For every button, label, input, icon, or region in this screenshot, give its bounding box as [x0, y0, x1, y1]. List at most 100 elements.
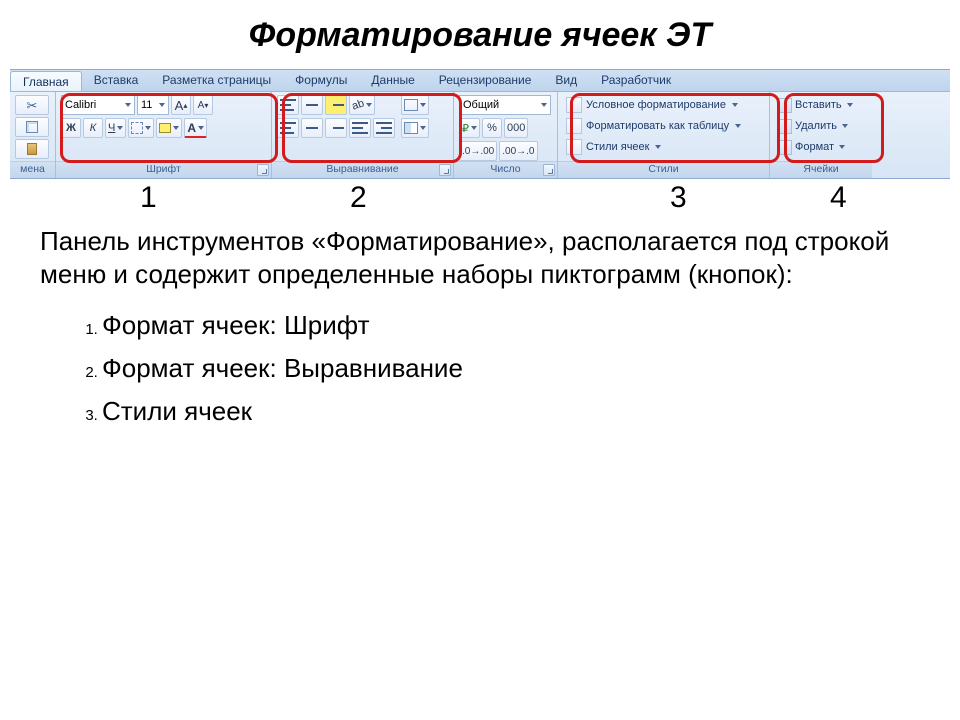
orientation-button[interactable]: ab	[349, 95, 375, 115]
chevron-down-icon	[732, 103, 738, 107]
align-center-icon	[304, 122, 320, 134]
increase-decimal-button[interactable]: .0→.00	[459, 141, 497, 161]
chevron-down-icon	[847, 103, 853, 107]
align-left-button[interactable]	[277, 118, 299, 138]
insert-cells-button[interactable]: Вставить	[775, 95, 867, 115]
align-center-button[interactable]	[301, 118, 323, 138]
tab-insert[interactable]: Вставка	[82, 70, 151, 91]
list-item: Стили ячеек	[102, 396, 920, 427]
align-top-icon	[280, 99, 296, 111]
align-left-icon	[280, 122, 296, 134]
group-clipboard: ✂ мена	[10, 92, 56, 178]
list-item: Формат ячеек: Шрифт	[102, 310, 920, 341]
insert-icon	[777, 98, 792, 113]
format-painter-button[interactable]	[15, 139, 49, 159]
font-color-icon: A	[187, 121, 196, 135]
inc-decimal-icon: .0→.00	[462, 146, 494, 157]
bucket-icon	[159, 123, 171, 133]
number-format-combo[interactable]: Общий	[459, 95, 551, 115]
wrap-text-icon	[404, 99, 418, 111]
dialog-launcher-icon[interactable]	[257, 164, 269, 176]
shrink-font-button[interactable]: A▾	[193, 95, 213, 115]
group-label-number: Число	[454, 161, 557, 178]
merge-center-button[interactable]	[401, 118, 429, 138]
currency-icon: ₽	[462, 122, 469, 135]
tab-data[interactable]: Данные	[359, 70, 426, 91]
chevron-down-icon	[125, 103, 131, 107]
percent-button[interactable]: %	[482, 118, 502, 138]
align-top-button[interactable]	[277, 95, 299, 115]
indent-right-icon	[376, 122, 392, 134]
copy-icon	[26, 121, 38, 133]
italic-button[interactable]: К	[83, 118, 103, 138]
chevron-down-icon	[541, 103, 547, 107]
group-alignment: ab	[272, 92, 454, 178]
indent-left-icon	[352, 122, 368, 134]
tab-pagelayout[interactable]: Разметка страницы	[150, 70, 283, 91]
dec-decimal-icon: .00→.0	[502, 146, 534, 157]
comma-style-button[interactable]: 000	[504, 118, 528, 138]
font-name-combo[interactable]: Calibri	[61, 95, 135, 115]
cell-styles-icon	[566, 139, 582, 155]
align-bottom-button[interactable]	[325, 95, 347, 115]
tab-home[interactable]: Главная	[10, 71, 82, 91]
align-right-button[interactable]	[325, 118, 347, 138]
font-size-combo[interactable]: 11	[137, 95, 169, 115]
decrease-indent-button[interactable]	[349, 118, 371, 138]
tab-view[interactable]: Вид	[543, 70, 589, 91]
format-cells-button[interactable]: Формат	[775, 137, 867, 157]
chevron-down-icon	[842, 124, 848, 128]
group-label-clipboard: мена	[10, 161, 55, 178]
conditional-formatting-button[interactable]: Условное форматирование	[563, 95, 764, 115]
dialog-launcher-icon[interactable]	[543, 164, 555, 176]
align-middle-button[interactable]	[301, 95, 323, 115]
num-4: 4	[830, 181, 847, 215]
chevron-down-icon	[735, 124, 741, 128]
description-paragraph: Панель инструментов «Форматирование», ра…	[40, 225, 920, 292]
ribbon-tabs: Главная Вставка Разметка страницы Формул…	[10, 70, 950, 92]
align-middle-icon	[304, 99, 320, 111]
merge-icon	[404, 122, 418, 134]
underline-button[interactable]: Ч	[105, 118, 126, 138]
num-3: 3	[670, 181, 687, 215]
cut-button[interactable]: ✂	[15, 95, 49, 115]
chevron-down-icon	[839, 145, 845, 149]
ribbon-screenshot: Главная Вставка Разметка страницы Формул…	[10, 69, 950, 179]
chevron-down-icon	[655, 145, 661, 149]
bold-button[interactable]: Ж	[61, 118, 81, 138]
borders-icon	[131, 122, 143, 134]
tab-review[interactable]: Рецензирование	[427, 70, 544, 91]
dialog-launcher-icon[interactable]	[439, 164, 451, 176]
group-label-cells: Ячейки	[770, 161, 872, 178]
font-color-button[interactable]: A	[184, 118, 207, 138]
group-label-styles: Стили	[558, 161, 769, 178]
copy-button[interactable]	[15, 117, 49, 137]
num-2: 2	[350, 181, 367, 215]
tab-formulas[interactable]: Формулы	[283, 70, 359, 91]
borders-button[interactable]	[128, 118, 154, 138]
delete-icon	[777, 119, 792, 134]
scissors-icon: ✂	[27, 99, 38, 112]
accounting-format-button[interactable]: ₽	[459, 118, 480, 138]
fill-color-button[interactable]	[156, 118, 182, 138]
decrease-decimal-button[interactable]: .00→.0	[499, 141, 537, 161]
group-styles: Условное форматирование Форматировать ка…	[558, 92, 770, 178]
group-font: Calibri 11 A▴ A▾ Ж К Ч A	[56, 92, 272, 178]
format-as-table-button[interactable]: Форматировать как таблицу	[563, 116, 764, 136]
conditional-formatting-icon	[566, 97, 582, 113]
brush-icon	[27, 143, 37, 155]
tab-developer[interactable]: Разработчик	[589, 70, 683, 91]
cell-styles-button[interactable]: Стили ячеек	[563, 137, 764, 157]
align-right-icon	[328, 122, 344, 134]
group-label-font: Шрифт	[56, 161, 271, 178]
page-title: Форматирование ячеек ЭТ	[40, 16, 920, 55]
feature-list: Формат ячеек: Шрифт Формат ячеек: Выравн…	[40, 310, 920, 427]
wrap-text-button[interactable]	[401, 95, 429, 115]
delete-cells-button[interactable]: Удалить	[775, 116, 867, 136]
increase-indent-button[interactable]	[373, 118, 395, 138]
group-cells: Вставить Удалить Формат Ячейки	[770, 92, 872, 178]
align-bottom-icon	[328, 99, 344, 111]
grow-font-button[interactable]: A▴	[171, 95, 191, 115]
group-label-alignment: Выравнивание	[272, 161, 453, 178]
number-labels: 1 2 3 4	[40, 181, 920, 221]
